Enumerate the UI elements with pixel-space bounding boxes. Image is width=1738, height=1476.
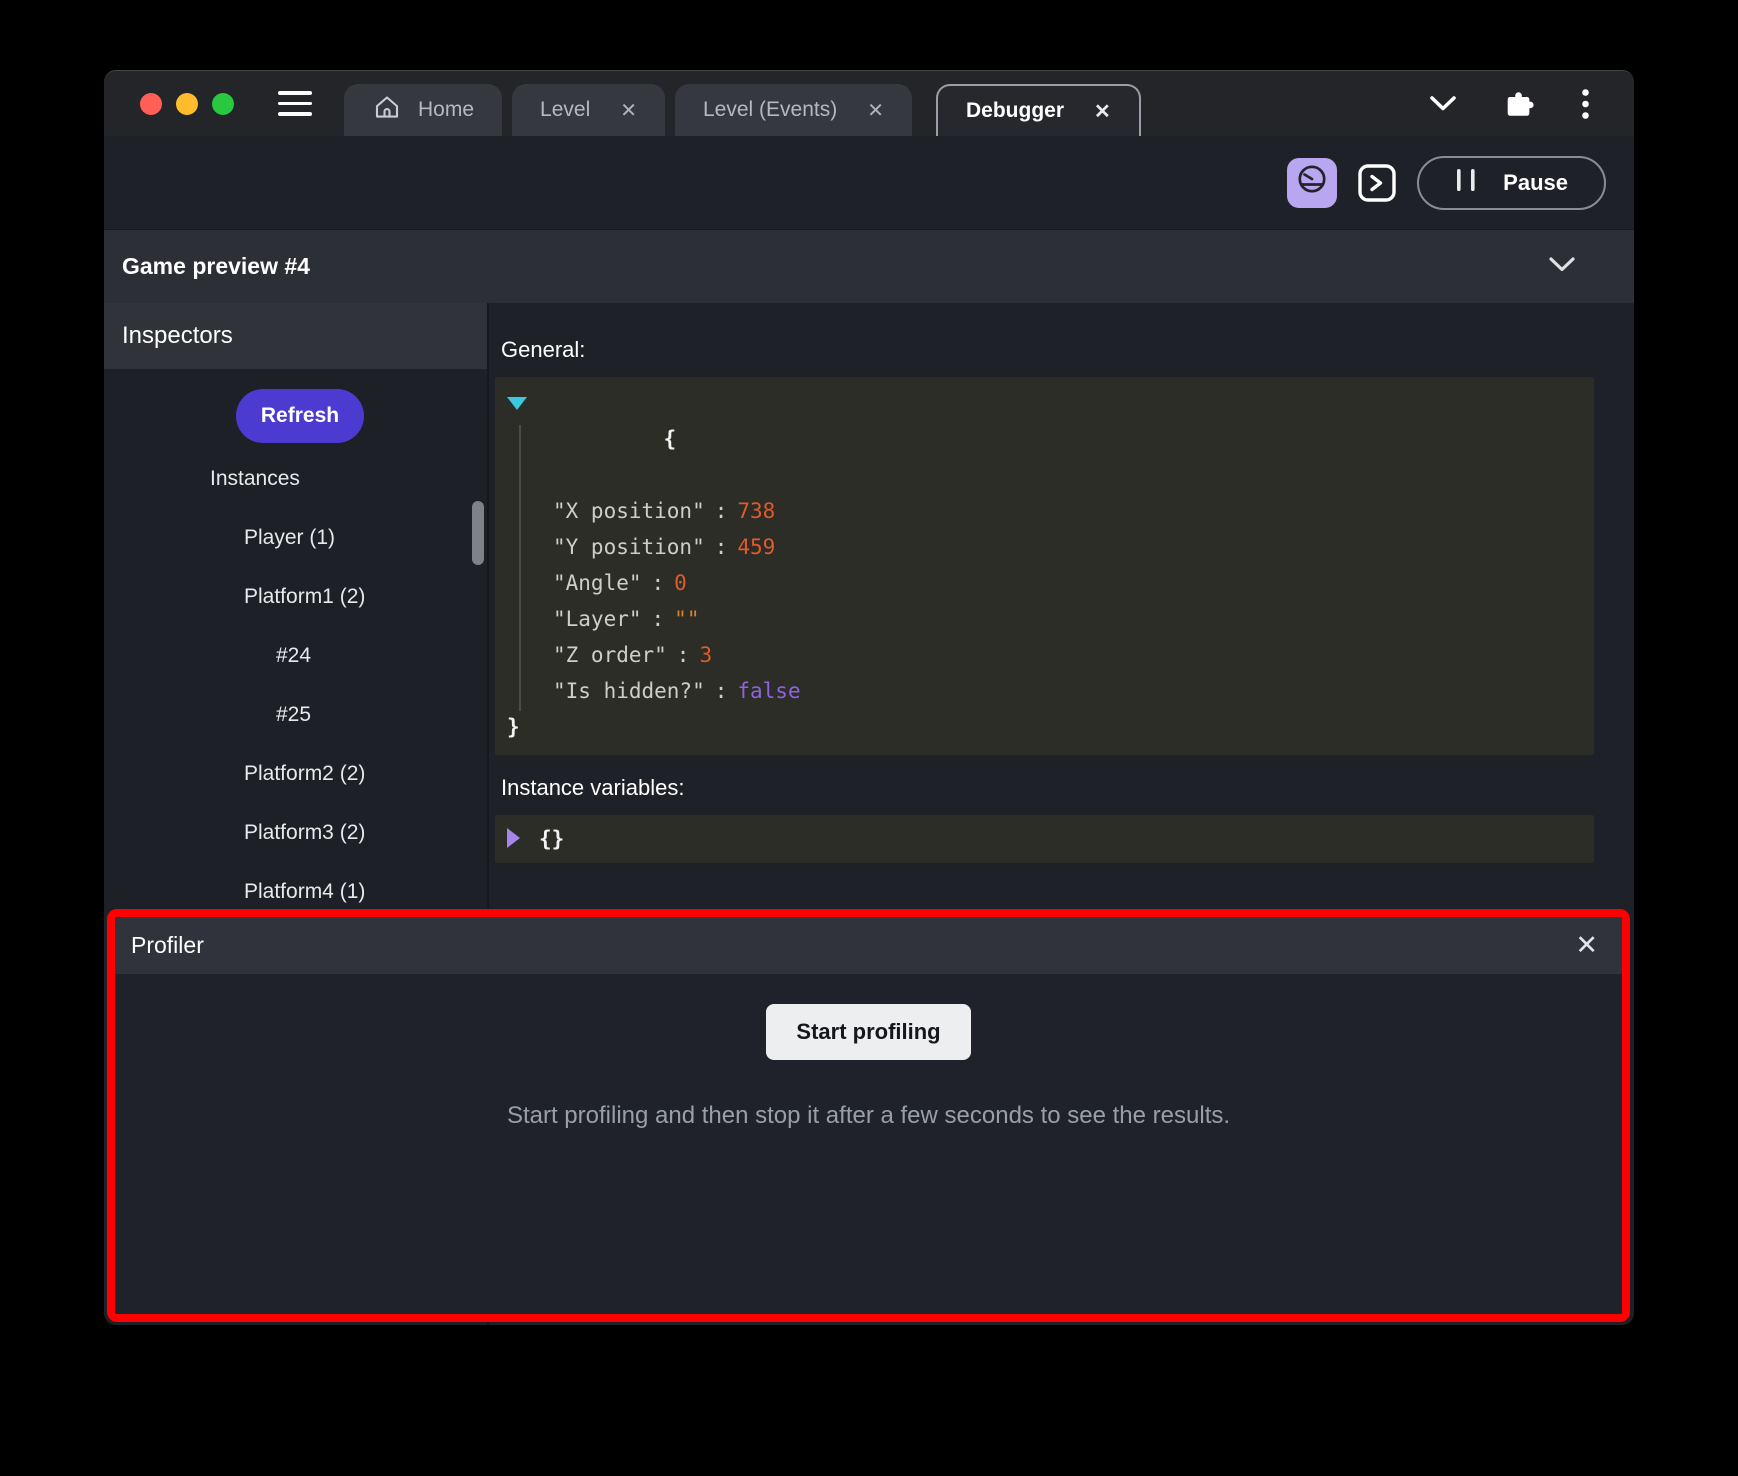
profiler-hint-text: Start profiling and then stop it after a… (507, 1102, 1230, 1130)
instance-variables-value: {} (539, 827, 564, 851)
hamburger-menu-icon[interactable] (278, 91, 312, 116)
app-window: Home Level ✕ Level (Events) ✕ Debugger ✕ (104, 70, 1634, 1325)
tab-debugger[interactable]: Debugger ✕ (936, 84, 1141, 136)
pause-label: Pause (1503, 170, 1568, 196)
json-entry: "Y position":459 (495, 529, 1594, 565)
inspectors-header: Inspectors (104, 303, 487, 369)
tab-close-icon[interactable]: ✕ (620, 98, 637, 123)
tab-home[interactable]: Home (344, 84, 502, 136)
json-entry: "Angle":0 (495, 565, 1594, 601)
tab-bar: Home Level ✕ Level (Events) ✕ Debugger ✕ (344, 71, 1141, 136)
json-value: 3 (699, 643, 712, 667)
console-button[interactable] (1357, 163, 1397, 203)
instance-variables-json-view: {} (495, 815, 1594, 863)
profiler-panel: Profiler ✕ Start profiling Start profili… (107, 909, 1630, 1322)
tab-level-events[interactable]: Level (Events) ✕ (675, 84, 912, 136)
pause-button[interactable]: Pause (1417, 156, 1606, 210)
extensions-puzzle-icon[interactable] (1503, 88, 1535, 120)
tab-label: Home (418, 98, 474, 122)
tree-item-instances[interactable]: Instances (104, 449, 487, 508)
json-value: "" (674, 607, 699, 631)
refresh-button[interactable]: Refresh (236, 389, 364, 443)
gauge-icon (1295, 163, 1329, 202)
close-icon[interactable]: ✕ (1575, 932, 1598, 959)
tab-label: Debugger (966, 99, 1064, 123)
debugger-toolbar: Pause (104, 136, 1634, 229)
chevron-down-icon[interactable] (1548, 256, 1576, 278)
json-entry: "X position":738 (495, 493, 1594, 529)
expand-triangle-icon[interactable] (507, 828, 520, 848)
json-close-row: } (495, 709, 1594, 745)
chevron-down-icon[interactable] (1429, 95, 1457, 112)
tree-item-platform2[interactable]: Platform2 (2) (104, 744, 487, 803)
tree-item-platform1[interactable]: Platform1 (2) (104, 567, 487, 626)
json-entry: "Is hidden?":false (495, 673, 1594, 709)
home-icon (372, 92, 402, 128)
start-profiling-button[interactable]: Start profiling (766, 1004, 970, 1060)
close-window-button[interactable] (140, 93, 162, 115)
json-entry: "Layer":"" (495, 601, 1594, 637)
profiler-title: Profiler (131, 932, 204, 959)
tab-level[interactable]: Level ✕ (512, 84, 665, 136)
json-entry: "Z order":3 (495, 637, 1594, 673)
tree-item-player[interactable]: Player (1) (104, 508, 487, 567)
kebab-menu-icon[interactable] (1581, 88, 1590, 120)
general-json-view: { "X position":738 "Y position":459 "Ang… (495, 377, 1594, 755)
tab-close-icon[interactable]: ✕ (867, 98, 884, 123)
profiler-toggle-button[interactable] (1287, 158, 1337, 208)
game-preview-selector[interactable]: Game preview #4 (104, 229, 1634, 303)
maximize-window-button[interactable] (212, 93, 234, 115)
json-root-row: { (495, 385, 1594, 493)
inspectors-tree: Instances Player (1) Platform1 (2) #24 #… (104, 449, 487, 921)
titlebar: Home Level ✕ Level (Events) ✕ Debugger ✕ (104, 71, 1634, 136)
tab-label: Level (540, 98, 590, 122)
profiler-body: Start profiling Start profiling and then… (115, 974, 1622, 1314)
game-preview-title: Game preview #4 (122, 253, 310, 280)
json-value: false (737, 679, 800, 703)
json-value: 0 (674, 571, 687, 595)
traffic-lights (140, 93, 234, 115)
collapse-triangle-icon[interactable] (507, 397, 527, 410)
tree-item-24[interactable]: #24 (104, 626, 487, 685)
minimize-window-button[interactable] (176, 93, 198, 115)
tree-item-platform3[interactable]: Platform3 (2) (104, 803, 487, 862)
json-value: 459 (737, 535, 775, 559)
profiler-header: Profiler ✕ (115, 917, 1622, 974)
general-label: General: (501, 337, 1594, 363)
pause-icon (1455, 167, 1477, 199)
sidebar-scrollbar[interactable] (472, 501, 484, 565)
titlebar-actions (1429, 88, 1590, 120)
tree-item-25[interactable]: #25 (104, 685, 487, 744)
tab-close-icon[interactable]: ✕ (1094, 99, 1111, 124)
tab-label: Level (Events) (703, 98, 837, 122)
json-value: 738 (737, 499, 775, 523)
instance-variables-label: Instance variables: (501, 775, 1594, 801)
